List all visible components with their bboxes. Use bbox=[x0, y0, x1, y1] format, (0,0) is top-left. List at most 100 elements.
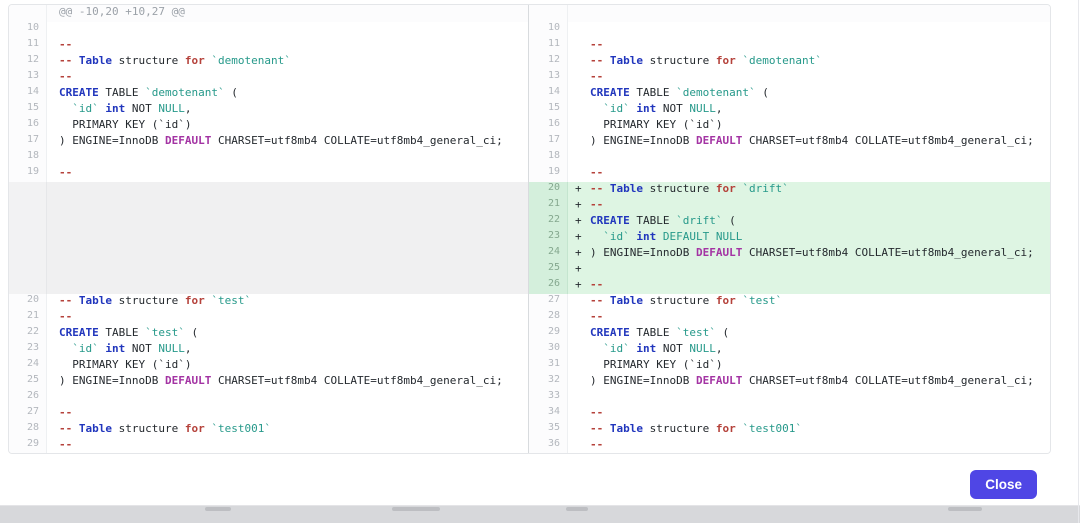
line-number: 12 bbox=[9, 54, 47, 70]
code-line: -- bbox=[47, 310, 528, 326]
diff-marker-gap bbox=[575, 310, 590, 323]
line-number bbox=[9, 198, 47, 214]
token-t: NULL bbox=[689, 102, 716, 115]
diff-marker-gap bbox=[575, 70, 590, 83]
token-t: NULL bbox=[158, 102, 185, 115]
code-line bbox=[568, 150, 1050, 166]
line-number: 35 bbox=[528, 422, 568, 438]
token-d bbox=[590, 102, 603, 115]
code-line bbox=[47, 182, 528, 198]
code-line bbox=[47, 214, 528, 230]
token-r: for bbox=[716, 294, 736, 307]
diff-row: 14CREATE TABLE `demotenant` (14 CREATE T… bbox=[9, 86, 1050, 102]
diff-pane-new: 36 -- bbox=[528, 438, 1050, 454]
token-d: structure bbox=[112, 422, 185, 435]
code-line: `id` int NOT NULL, bbox=[568, 342, 1050, 358]
line-number: 27 bbox=[9, 406, 47, 422]
code-line: ) ENGINE=InnoDB DEFAULT CHARSET=utf8mb4 … bbox=[47, 374, 528, 390]
token-t: DEFAULT bbox=[663, 230, 709, 243]
diff-marker-gap bbox=[575, 150, 590, 163]
line-number: 23 bbox=[9, 342, 47, 358]
diff-marker-gap bbox=[575, 294, 590, 307]
diff-row: 20+-- Table structure for `drift` bbox=[9, 182, 1050, 198]
token-k: Table bbox=[610, 422, 643, 435]
code-line: ) ENGINE=InnoDB DEFAULT CHARSET=utf8mb4 … bbox=[47, 134, 528, 150]
diff-row: 19--19 -- bbox=[9, 166, 1050, 182]
diff-marker-gap bbox=[575, 374, 590, 387]
token-t: `test` bbox=[211, 294, 251, 307]
line-number: 18 bbox=[9, 150, 47, 166]
token-k: Table bbox=[610, 294, 643, 307]
token-t: NULL bbox=[716, 230, 743, 243]
line-number: 20 bbox=[9, 294, 47, 310]
code-line: -- bbox=[568, 310, 1050, 326]
diff-pane-old: 16 PRIMARY KEY (`id`) bbox=[9, 118, 528, 134]
close-button[interactable]: Close bbox=[970, 470, 1037, 499]
obscured-text-smudge bbox=[948, 507, 982, 511]
token-r: -- bbox=[590, 182, 603, 195]
token-d: PRIMARY KEY (`id`) bbox=[590, 118, 722, 131]
code-line bbox=[47, 278, 528, 294]
diff-pane-new: 32 ) ENGINE=InnoDB DEFAULT CHARSET=utf8m… bbox=[528, 374, 1050, 390]
code-line: `id` int NOT NULL, bbox=[47, 342, 528, 358]
diff-row: 24 PRIMARY KEY (`id`)31 PRIMARY KEY (`id… bbox=[9, 358, 1050, 374]
code-line: -- bbox=[568, 38, 1050, 54]
token-r: -- bbox=[59, 406, 72, 419]
code-line: -- Table structure for `demotenant` bbox=[47, 54, 528, 70]
code-line: -- bbox=[568, 166, 1050, 182]
diff-pane-new: 34 -- bbox=[528, 406, 1050, 422]
line-number: 21 bbox=[9, 310, 47, 326]
diff-pane-new: 12 -- Table structure for `demotenant` bbox=[528, 54, 1050, 70]
line-number bbox=[528, 5, 568, 22]
line-number: 13 bbox=[528, 70, 568, 86]
token-t: NULL bbox=[158, 342, 185, 355]
line-number: 19 bbox=[9, 166, 47, 182]
code-line bbox=[47, 198, 528, 214]
line-number bbox=[9, 5, 47, 22]
diff-row: 27 -- 34 -- bbox=[9, 406, 1050, 422]
code-line bbox=[47, 150, 528, 166]
token-d: PRIMARY KEY (`id`) bbox=[59, 358, 191, 371]
token-d bbox=[656, 230, 663, 243]
code-line bbox=[47, 22, 528, 38]
token-d: PRIMARY KEY (`id`) bbox=[59, 118, 191, 131]
token-d: CHARSET=utf8mb4 COLLATE=utf8mb4_general_… bbox=[742, 134, 1033, 147]
line-number: 21 bbox=[528, 198, 568, 214]
token-p: DEFAULT bbox=[696, 246, 742, 259]
token-r: -- bbox=[590, 438, 603, 451]
diff-pane-old bbox=[9, 230, 528, 246]
diff-pane-old bbox=[9, 262, 528, 278]
diff-row: 1818 bbox=[9, 150, 1050, 166]
token-d bbox=[603, 422, 610, 435]
token-t: `test` bbox=[145, 326, 185, 339]
line-number: 12 bbox=[528, 54, 568, 70]
token-d bbox=[72, 422, 79, 435]
code-line bbox=[47, 230, 528, 246]
diff-pane-old: 25) ENGINE=InnoDB DEFAULT CHARSET=utf8mb… bbox=[9, 374, 528, 390]
diff-add-marker: + bbox=[575, 182, 590, 195]
code-line: -- bbox=[47, 438, 528, 454]
diff-marker-gap bbox=[575, 390, 590, 403]
diff-pane-new bbox=[528, 5, 1050, 22]
code-line: CREATE TABLE `demotenant` ( bbox=[568, 86, 1050, 102]
line-number: 24 bbox=[528, 246, 568, 262]
diff-modal: @@ -10,20 +10,27 @@ 1010 11--11 --12-- T… bbox=[0, 0, 1080, 523]
token-d: ( bbox=[756, 86, 769, 99]
token-d: CHARSET=utf8mb4 COLLATE=utf8mb4_general_… bbox=[742, 246, 1033, 259]
token-d: TABLE bbox=[99, 86, 145, 99]
token-r: for bbox=[185, 422, 205, 435]
diff-add-marker: + bbox=[575, 262, 590, 275]
line-number: 24 bbox=[9, 358, 47, 374]
diff-row: 11--11 -- bbox=[9, 38, 1050, 54]
token-d bbox=[603, 294, 610, 307]
line-number: 25 bbox=[528, 262, 568, 278]
token-d: structure bbox=[112, 54, 185, 67]
token-d: ) ENGINE=InnoDB bbox=[590, 374, 696, 387]
diff-marker-gap bbox=[575, 406, 590, 419]
token-r: -- bbox=[59, 422, 72, 435]
diff-row: 25) ENGINE=InnoDB DEFAULT CHARSET=utf8mb… bbox=[9, 374, 1050, 390]
diff-pane-old: 29-- bbox=[9, 438, 528, 454]
token-r: -- bbox=[59, 54, 72, 67]
line-number: 11 bbox=[9, 38, 47, 54]
diff-panel[interactable]: @@ -10,20 +10,27 @@ 1010 11--11 --12-- T… bbox=[8, 4, 1051, 454]
